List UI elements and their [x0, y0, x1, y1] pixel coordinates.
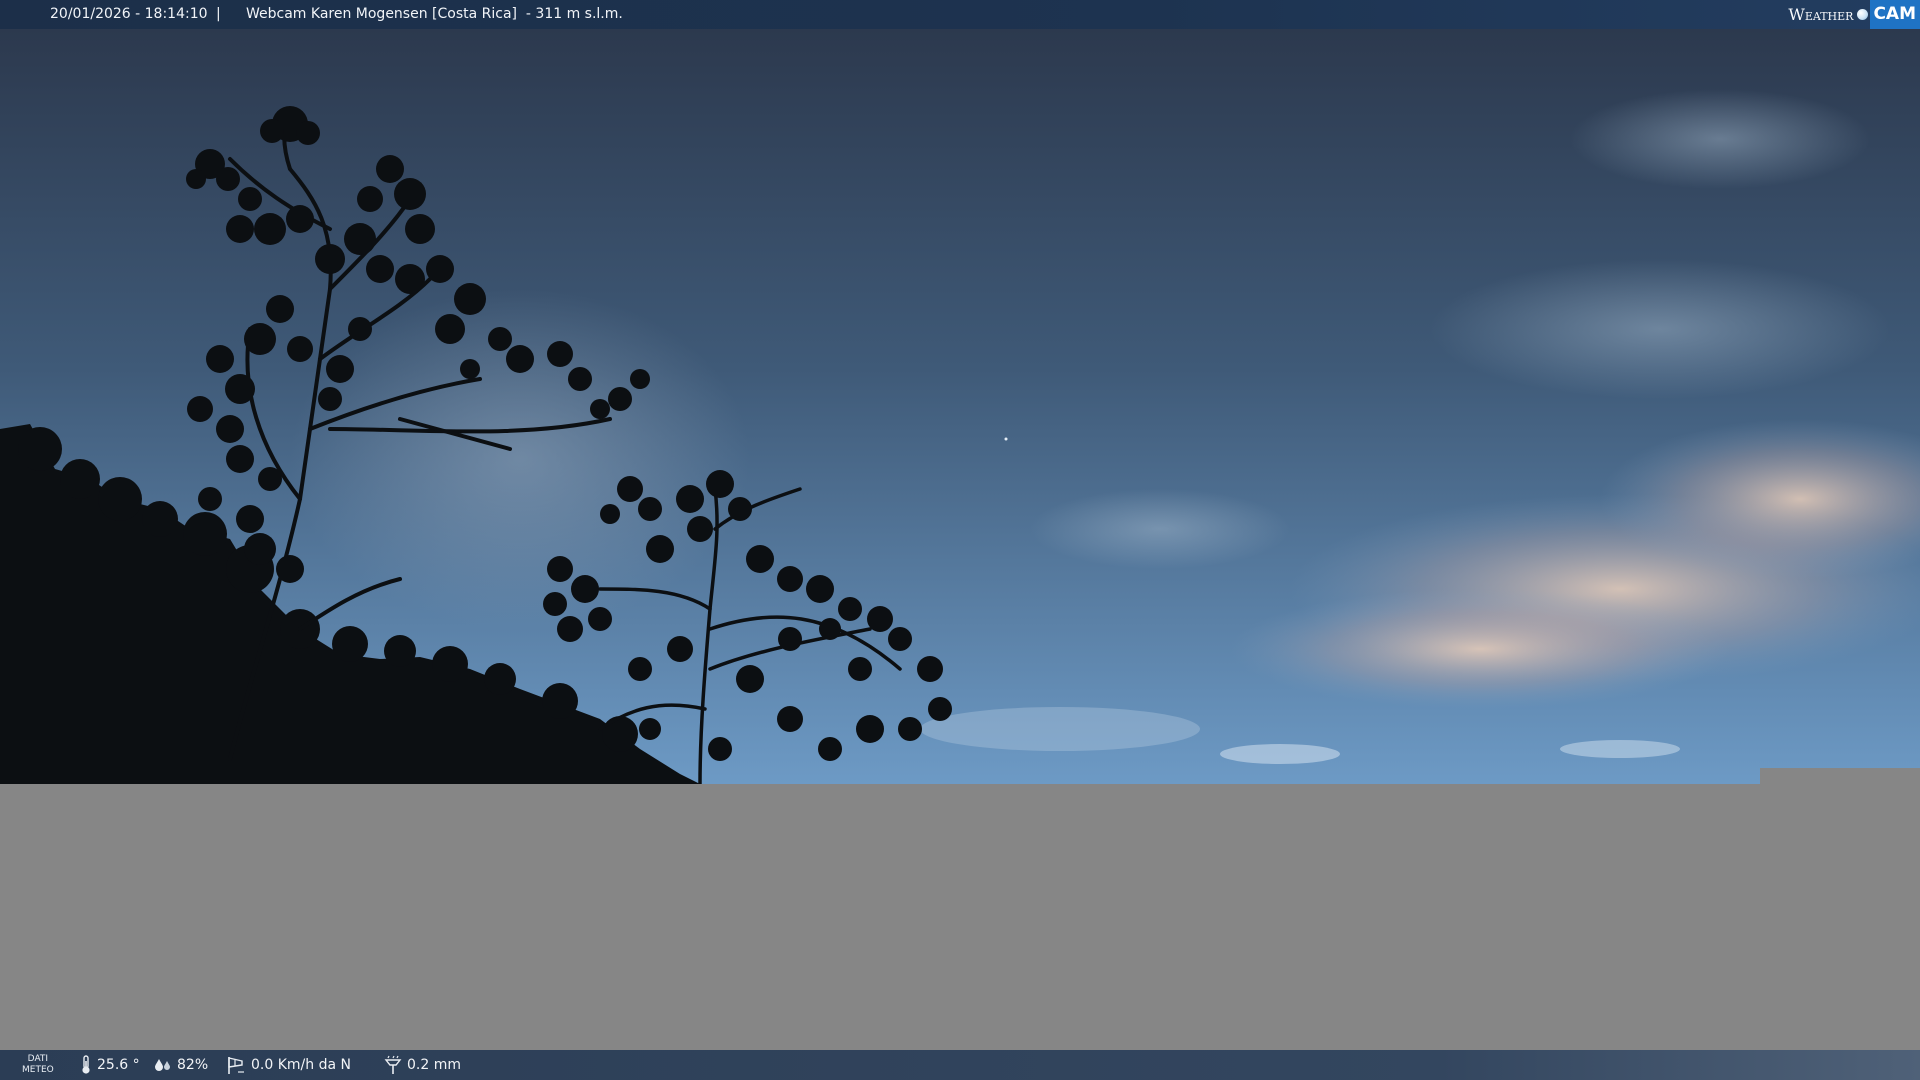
webcam-frame: 20/01/2026 - 18:14:10 | Webcam Karen Mog… — [0, 0, 1920, 1080]
gray-panel-step — [1760, 768, 1920, 784]
logo-word: Weather — [1788, 5, 1854, 24]
weather-data-bar: DATI METEO 25.6 ° 82% 0.0 Km/h da N 0.2 … — [0, 1050, 1920, 1080]
weathercam-logo: Weather CAM — [1788, 0, 1920, 29]
dati-label-line1: DATI — [27, 1054, 49, 1064]
top-info-bar: 20/01/2026 - 18:14:10 | Webcam Karen Mog… — [0, 0, 1920, 29]
temperature-metric: 25.6 ° — [80, 1050, 140, 1080]
camera-title: Webcam Karen Mogensen [Costa Rica] - 311… — [246, 6, 623, 22]
wind-value: 0.0 Km/h da N — [251, 1057, 351, 1073]
rain-metric: 0.2 mm — [384, 1050, 461, 1080]
dati-label-line2: METEO — [22, 1065, 54, 1075]
temperature-value: 25.6 ° — [97, 1057, 140, 1073]
humidity-value: 82% — [177, 1057, 209, 1073]
webcam-image — [0, 29, 1920, 784]
gray-panel — [0, 784, 1920, 1050]
timestamp: 20/01/2026 - 18:14:10 — [50, 6, 208, 22]
sky-scene — [0, 29, 1920, 784]
wind-metric: 0.0 Km/h da N — [226, 1050, 351, 1080]
rain-gauge-icon — [384, 1055, 402, 1074]
star-dot — [1004, 437, 1008, 441]
logo-badge: CAM — [1870, 0, 1920, 29]
humidity-drops-icon — [155, 1059, 170, 1071]
rain-value: 0.2 mm — [407, 1057, 461, 1073]
humidity-metric: 82% — [154, 1050, 208, 1080]
sun-dot-icon — [1857, 9, 1869, 20]
thermometer-icon — [82, 1055, 90, 1074]
wind-sock-icon — [228, 1057, 244, 1074]
dati-meteo-label: DATI METEO — [22, 1054, 54, 1076]
title-separator: | — [216, 6, 221, 22]
